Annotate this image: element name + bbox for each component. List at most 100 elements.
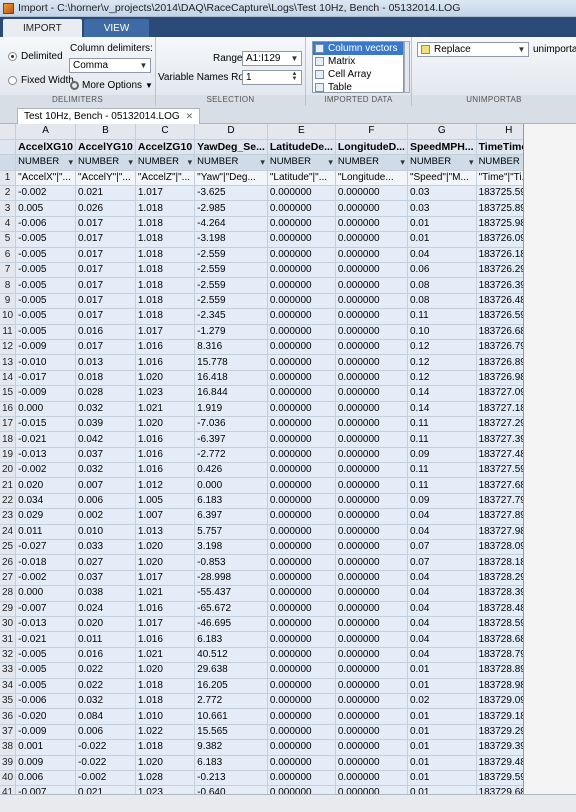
variable-name-cell[interactable]: SpeedMPH... bbox=[407, 139, 477, 156]
import-data-grid[interactable]: ABCDEFGHIAccelXG10AccelYG10AccelZG10YawD… bbox=[0, 124, 524, 794]
table-cell[interactable]: 183726.391 bbox=[476, 277, 523, 294]
table-cell[interactable]: 0.021 bbox=[75, 785, 136, 794]
table-cell[interactable]: 1.017 bbox=[135, 185, 196, 202]
table-cell[interactable]: 183726.188 bbox=[476, 247, 523, 264]
table-cell[interactable]: -0.005 bbox=[15, 662, 76, 679]
table-cell[interactable]: 0.000000 bbox=[335, 785, 408, 794]
table-cell[interactable]: 0.000000 bbox=[335, 216, 408, 233]
table-cell[interactable]: 0.01 bbox=[407, 739, 477, 756]
table-cell[interactable]: "Longitude... bbox=[335, 170, 408, 187]
table-cell[interactable]: 1.028 bbox=[135, 770, 196, 787]
output-type-column-vectors[interactable]: Column vectors bbox=[313, 42, 403, 55]
table-cell[interactable]: 0.000000 bbox=[267, 339, 336, 356]
table-cell[interactable]: 6.183 bbox=[194, 755, 268, 771]
table-cell[interactable]: 0.000000 bbox=[335, 401, 408, 417]
table-cell[interactable]: 0.000000 bbox=[267, 262, 336, 279]
table-cell[interactable]: 0.01 bbox=[407, 231, 477, 248]
table-cell[interactable]: 1.020 bbox=[135, 554, 196, 571]
table-cell[interactable]: 1.022 bbox=[135, 724, 196, 741]
table-cell[interactable]: 0.000000 bbox=[267, 308, 336, 325]
table-cell[interactable]: 0.11 bbox=[407, 431, 477, 448]
table-cell[interactable]: 0.01 bbox=[407, 724, 477, 741]
table-cell[interactable]: 0.14 bbox=[407, 401, 477, 417]
table-cell[interactable]: 1.020 bbox=[135, 755, 196, 771]
table-cell[interactable]: 0.11 bbox=[407, 308, 477, 325]
table-cell[interactable]: 0.000000 bbox=[267, 370, 336, 387]
variable-name-cell[interactable]: AccelYG10 bbox=[75, 139, 136, 156]
table-cell[interactable]: 183726.984 bbox=[476, 370, 523, 387]
table-cell[interactable]: 0.000000 bbox=[267, 216, 336, 233]
table-cell[interactable]: -0.022 bbox=[75, 755, 136, 771]
table-cell[interactable]: -0.213 bbox=[194, 770, 268, 787]
table-cell[interactable]: 183728.188 bbox=[476, 554, 523, 571]
table-cell[interactable]: 0.11 bbox=[407, 462, 477, 479]
table-cell[interactable]: 1.017 bbox=[135, 570, 196, 587]
table-cell[interactable]: -0.027 bbox=[15, 539, 76, 556]
table-cell[interactable]: 0.07 bbox=[407, 554, 477, 571]
column-type-dropdown[interactable]: NUMBER bbox=[407, 154, 477, 171]
table-cell[interactable]: -0.002 bbox=[15, 462, 76, 479]
table-cell[interactable]: -0.007 bbox=[15, 601, 76, 618]
table-cell[interactable]: 15.565 bbox=[194, 724, 268, 741]
table-cell[interactable]: -0.010 bbox=[15, 354, 76, 371]
table-cell[interactable]: -28.998 bbox=[194, 570, 268, 587]
column-letter[interactable]: B bbox=[75, 124, 136, 140]
tab-view[interactable]: VIEW bbox=[83, 19, 150, 37]
table-cell[interactable]: 0.01 bbox=[407, 678, 477, 694]
table-cell[interactable]: 1.016 bbox=[135, 462, 196, 479]
table-cell[interactable]: 0.017 bbox=[75, 216, 136, 233]
column-type-dropdown[interactable]: NUMBER bbox=[335, 154, 408, 171]
table-cell[interactable]: 0.013 bbox=[75, 354, 136, 371]
table-cell[interactable]: 0.000000 bbox=[267, 431, 336, 448]
table-cell[interactable]: 6.397 bbox=[194, 508, 268, 525]
table-cell[interactable]: 0.006 bbox=[15, 770, 76, 787]
table-cell[interactable]: 0.005 bbox=[15, 200, 76, 217]
table-cell[interactable]: 1.018 bbox=[135, 293, 196, 310]
table-cell[interactable]: 0.006 bbox=[75, 724, 136, 741]
table-cell[interactable]: 0.000 bbox=[15, 401, 76, 417]
table-cell[interactable]: -0.005 bbox=[15, 647, 76, 664]
variable-name-cell[interactable]: TimeTime10 bbox=[476, 139, 523, 156]
table-cell[interactable]: "Time"|"Ti... bbox=[476, 170, 523, 187]
table-cell[interactable]: 0.000000 bbox=[267, 416, 336, 433]
table-cell[interactable]: 0.000000 bbox=[267, 462, 336, 479]
table-cell[interactable]: 183727.594 bbox=[476, 462, 523, 479]
column-letter[interactable]: D bbox=[194, 124, 268, 140]
table-cell[interactable]: 183726.688 bbox=[476, 324, 523, 340]
table-cell[interactable]: 0.12 bbox=[407, 339, 477, 356]
data-table[interactable]: ABCDEFGHIAccelXG10AccelYG10AccelZG10YawD… bbox=[0, 124, 523, 794]
table-cell[interactable]: 183728.094 bbox=[476, 539, 523, 556]
table-cell[interactable]: 0.000000 bbox=[335, 416, 408, 433]
document-tab[interactable]: Test 10Hz, Bench - 05132014.LOG ✕ bbox=[17, 108, 201, 124]
table-cell[interactable]: -0.006 bbox=[15, 693, 76, 710]
table-cell[interactable]: 183727.984 bbox=[476, 524, 523, 541]
table-cell[interactable]: 0.002 bbox=[75, 508, 136, 525]
table-cell[interactable]: 183728.984 bbox=[476, 678, 523, 694]
table-cell[interactable]: 0.000000 bbox=[335, 570, 408, 587]
table-cell[interactable]: 0.000000 bbox=[335, 678, 408, 694]
table-cell[interactable]: -0.009 bbox=[15, 385, 76, 402]
column-letter[interactable]: F bbox=[335, 124, 408, 140]
table-cell[interactable]: -0.017 bbox=[15, 370, 76, 387]
column-type-dropdown[interactable]: NUMBER bbox=[75, 154, 136, 171]
table-cell[interactable]: 0.084 bbox=[75, 708, 136, 725]
table-cell[interactable]: 183728.688 bbox=[476, 631, 523, 648]
table-cell[interactable]: 0.000000 bbox=[335, 662, 408, 679]
table-cell[interactable]: 0.000000 bbox=[335, 616, 408, 633]
range-input[interactable]: A1:I129 ▼ bbox=[242, 51, 302, 66]
table-cell[interactable]: 0.000000 bbox=[267, 631, 336, 648]
table-cell[interactable]: 0.033 bbox=[75, 539, 136, 556]
table-cell[interactable]: 0.000000 bbox=[335, 385, 408, 402]
table-cell[interactable]: 0.000000 bbox=[335, 539, 408, 556]
table-cell[interactable]: 0.000000 bbox=[335, 508, 408, 525]
table-cell[interactable]: 1.010 bbox=[135, 708, 196, 725]
table-cell[interactable]: 183726.594 bbox=[476, 308, 523, 325]
output-type-table[interactable]: Table bbox=[313, 81, 403, 92]
table-cell[interactable]: 1.018 bbox=[135, 262, 196, 279]
replace-action-dropdown[interactable]: Replace ▼ bbox=[417, 42, 529, 57]
table-cell[interactable]: -2.559 bbox=[194, 262, 268, 279]
table-cell[interactable]: "AccelX"|"... bbox=[15, 170, 76, 187]
table-cell[interactable]: 1.018 bbox=[135, 308, 196, 325]
table-cell[interactable]: 0.000000 bbox=[335, 724, 408, 741]
table-cell[interactable]: 0.000000 bbox=[335, 247, 408, 264]
